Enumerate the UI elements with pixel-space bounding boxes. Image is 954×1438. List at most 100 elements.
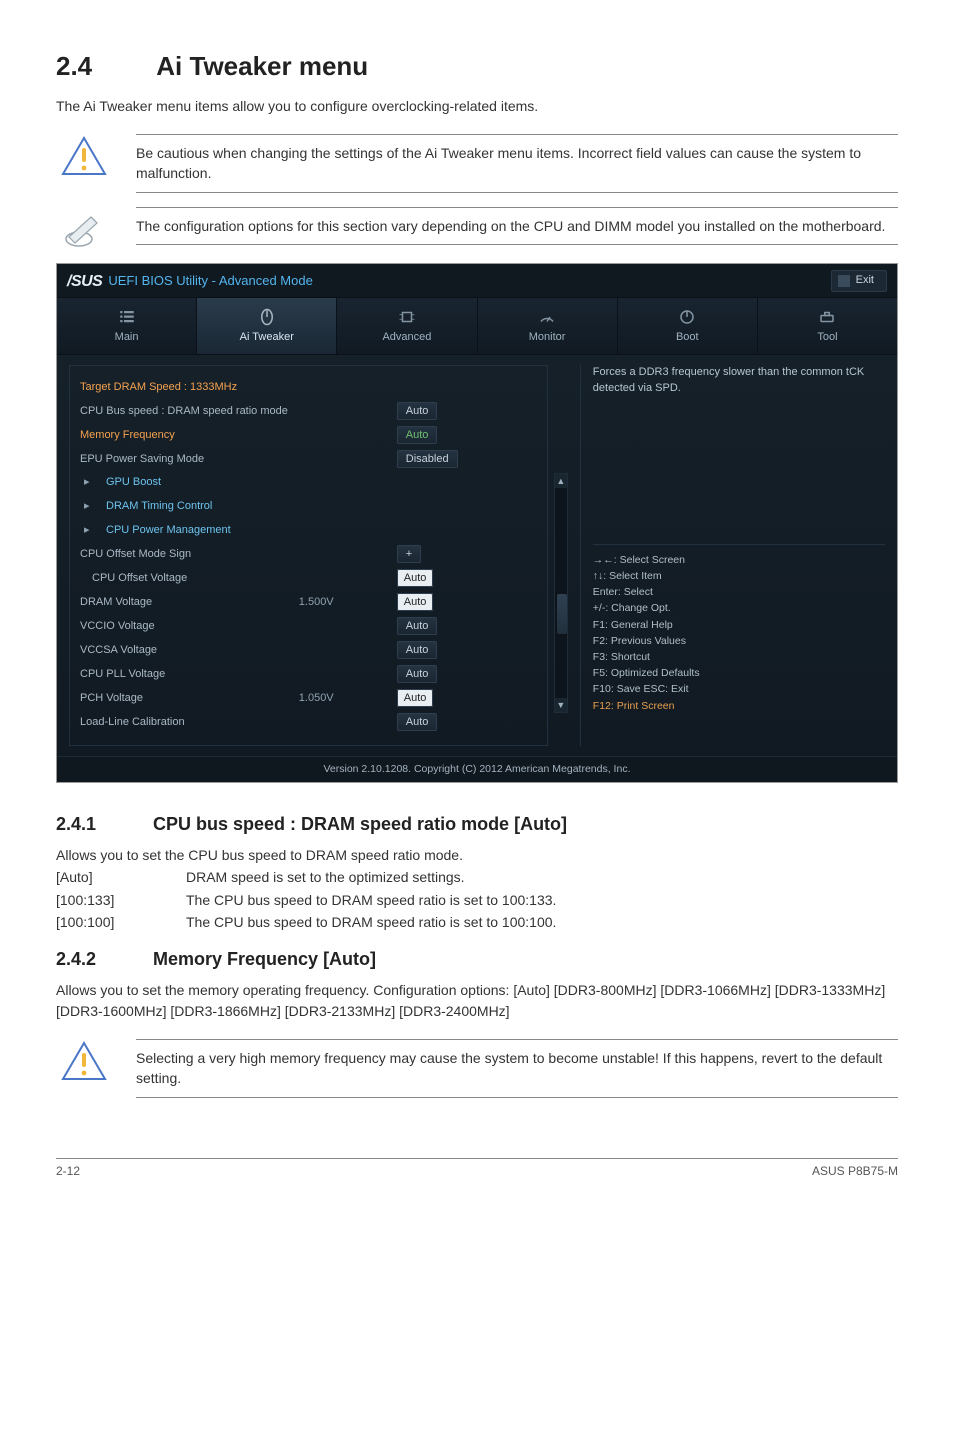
dram-volt-current: 1.500V [299,595,389,611]
bios-tabs: Main Ai Tweaker Advanced Monitor Boot To… [57,297,897,355]
vccio-label: VCCIO Voltage [80,619,291,635]
caution-icon [56,134,112,176]
row-offset-voltage[interactable]: CPU Offset Voltage Auto [80,567,537,591]
scroll-down-icon[interactable]: ▼ [555,698,567,712]
tab-monitor[interactable]: Monitor [478,298,618,354]
row-llc[interactable]: Load-Line Calibration Auto [80,711,537,735]
row-cpu-power-mgmt[interactable]: ▸ CPU Power Management [80,519,537,543]
cpu-bus-value[interactable]: Auto [397,402,438,420]
option-desc: The CPU bus speed to DRAM speed ratio is… [186,890,556,910]
vccio-value[interactable]: Auto [397,617,438,635]
bios-help-text: Forces a DDR3 frequency slower than the … [593,365,885,397]
tab-main-label: Main [115,331,139,343]
pch-label: PCH Voltage [80,691,291,707]
subsection-241-heading: 2.4.1 CPU bus speed : DRAM speed ratio m… [56,811,898,837]
note-icon [56,207,112,249]
row-cpu-pll[interactable]: CPU PLL Voltage Auto [80,663,537,687]
key-hint: →←: Select Screen [593,553,885,568]
product-name: ASUS P8B75-M [812,1163,898,1180]
option-desc: The CPU bus speed to DRAM speed ratio is… [186,912,556,932]
row-dram-voltage[interactable]: DRAM Voltage 1.500V Auto [80,591,537,615]
exit-button[interactable]: Exit [831,270,887,292]
offset-sign-value[interactable]: + [397,545,421,563]
chevron-right-icon: ▸ [84,475,94,491]
vccsa-value[interactable]: Auto [397,641,438,659]
scroll-thumb[interactable] [557,594,567,634]
exit-label: Exit [856,273,874,289]
dram-timing-label: DRAM Timing Control [106,499,537,515]
bios-right-panel: Forces a DDR3 frequency slower than the … [580,365,885,746]
vccsa-label: VCCSA Voltage [80,643,291,659]
tab-advanced-label: Advanced [382,331,431,343]
dram-volt-label: DRAM Voltage [80,595,291,611]
target-dram-label: Target DRAM Speed : 1333MHz [80,380,537,396]
bios-body: Target DRAM Speed : 1333MHz CPU Bus spee… [57,355,897,756]
caution-callout-bottom: Selecting a very high memory frequency m… [56,1039,898,1098]
subsection-242-number: 2.4.2 [56,946,148,972]
cpupll-value[interactable]: Auto [397,665,438,683]
row-memory-frequency[interactable]: Memory Frequency Auto [80,424,537,448]
tool-icon [816,308,838,326]
key-hint: +/-: Change Opt. [593,601,885,616]
gpu-boost-label: GPU Boost [106,475,537,491]
key-hint: Enter: Select [593,585,885,600]
tab-ai-tweaker-label: Ai Tweaker [240,331,294,343]
tab-boot[interactable]: Boot [618,298,758,354]
section-number: 2.4 [56,48,150,86]
option-line: [100:133] The CPU bus speed to DRAM spee… [56,890,898,910]
offset-volt-value[interactable]: Auto [397,569,434,587]
bios-left-panel: Target DRAM Speed : 1333MHz CPU Bus spee… [69,365,566,746]
offset-volt-label: CPU Offset Voltage [92,571,291,587]
row-epu[interactable]: EPU Power Saving Mode Disabled [80,448,537,472]
key-hint: F1: General Help [593,618,885,633]
bios-footer: Version 2.10.1208. Copyright (C) 2012 Am… [57,756,897,782]
offset-sign-label: CPU Offset Mode Sign [80,547,291,563]
tab-ai-tweaker[interactable]: Ai Tweaker [197,298,337,354]
scrollbar[interactable]: ▲ ▼ [554,473,568,713]
subsection-242-title: Memory Frequency [Auto] [153,949,376,969]
tab-monitor-label: Monitor [529,331,566,343]
subsection-241-title: CPU bus speed : DRAM speed ratio mode [A… [153,814,567,834]
row-vccio[interactable]: VCCIO Voltage Auto [80,615,537,639]
key-hint: F12: Print Screen [593,699,885,714]
row-pch-voltage[interactable]: PCH Voltage 1.050V Auto [80,687,537,711]
row-offset-sign[interactable]: CPU Offset Mode Sign + [80,543,537,567]
epu-label: EPU Power Saving Mode [80,452,291,468]
row-dram-timing[interactable]: ▸ DRAM Timing Control [80,495,537,519]
page-footer: 2-12 ASUS P8B75-M [56,1158,898,1180]
mem-freq-value[interactable]: Auto [397,426,438,444]
subsection-242-heading: 2.4.2 Memory Frequency [Auto] [56,946,898,972]
tab-tool[interactable]: Tool [758,298,897,354]
row-cpu-bus-speed[interactable]: CPU Bus speed : DRAM speed ratio mode Au… [80,400,537,424]
tab-main[interactable]: Main [57,298,197,354]
chip-icon [396,308,418,326]
caution-text: Be cautious when changing the settings o… [136,134,898,193]
key-hint: F2: Previous Values [593,634,885,649]
epu-value[interactable]: Disabled [397,450,458,468]
chevron-right-icon: ▸ [84,523,94,539]
row-vccsa[interactable]: VCCSA Voltage Auto [80,639,537,663]
tab-tool-label: Tool [817,331,837,343]
dram-volt-value[interactable]: Auto [397,593,434,611]
key-hint: F5: Optimized Defaults [593,666,885,681]
subsection-242-body: Allows you to set the memory operating f… [56,980,898,1021]
exit-icon [838,275,850,287]
bios-title: UEFI BIOS Utility - Advanced Mode [108,272,312,291]
scroll-up-icon[interactable]: ▲ [555,474,567,488]
bios-screenshot: /SUS UEFI BIOS Utility - Advanced Mode E… [56,263,898,783]
list-icon [116,308,138,326]
tab-advanced[interactable]: Advanced [337,298,477,354]
cpupll-label: CPU PLL Voltage [80,667,291,683]
subsection-241-number: 2.4.1 [56,811,148,837]
gauge-icon [536,308,558,326]
pch-value[interactable]: Auto [397,689,434,707]
subsection-241-intro: Allows you to set the CPU bus speed to D… [56,845,898,865]
option-key: [Auto] [56,867,186,887]
cpu-bus-label: CPU Bus speed : DRAM speed ratio mode [80,404,291,420]
section-intro: The Ai Tweaker menu items allow you to c… [56,96,898,116]
bios-topbar: /SUS UEFI BIOS Utility - Advanced Mode E… [57,264,897,297]
llc-value[interactable]: Auto [397,713,438,731]
power-icon [676,308,698,326]
section-title-text: Ai Tweaker menu [156,51,368,81]
row-gpu-boost[interactable]: ▸ GPU Boost [80,471,537,495]
